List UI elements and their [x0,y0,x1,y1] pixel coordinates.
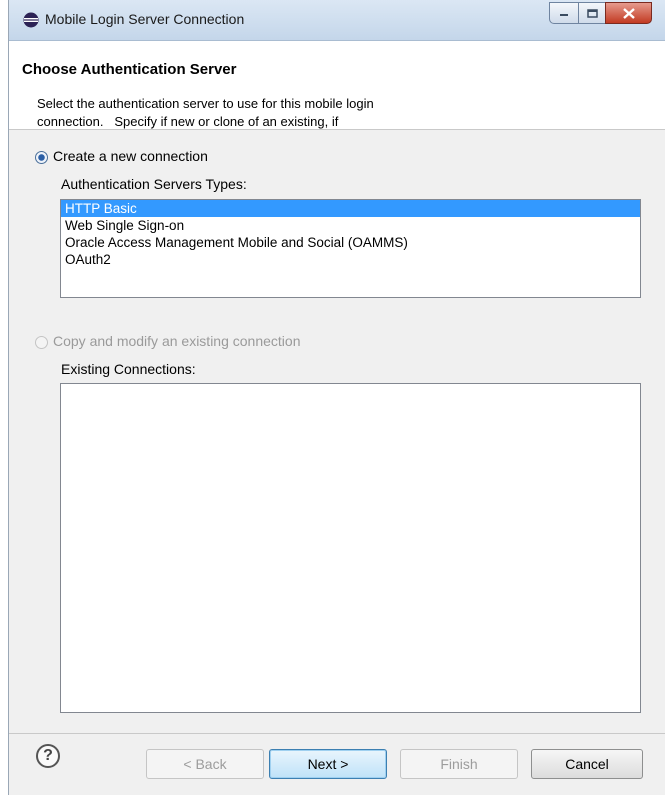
minimize-icon [560,14,568,16]
description-line-2: connection. Specify if new or clone of a… [37,114,339,129]
copy-existing-label[interactable]: Copy and modify an existing connection [53,333,300,349]
cancel-button[interactable]: Cancel [531,749,643,779]
page-description: Select the authentication server to use … [37,95,637,131]
list-item-oamms[interactable]: Oracle Access Management Mobile and Soci… [61,234,640,251]
list-item-web-sso[interactable]: Web Single Sign-on [61,217,640,234]
help-icon[interactable]: ? [36,744,60,768]
window-title: Mobile Login Server Connection [45,11,245,27]
create-new-radio[interactable] [35,151,48,164]
existing-connections-label: Existing Connections: [61,361,196,377]
create-new-label[interactable]: Create a new connection [53,148,208,164]
copy-existing-radio[interactable] [35,336,48,349]
back-button[interactable]: < Back [146,749,264,779]
maximize-icon [586,8,598,18]
list-item-oauth2[interactable]: OAuth2 [61,251,640,268]
server-types-label: Authentication Servers Types: [61,176,247,192]
dialog-window: Mobile Login Server Connection Choose Au… [8,0,665,795]
title-bar[interactable]: Mobile Login Server Connection [9,0,665,41]
close-icon [622,7,635,19]
description-line-1: Select the authentication server to use … [37,96,374,111]
minimize-button[interactable] [549,2,579,24]
finish-button[interactable]: Finish [400,749,518,779]
existing-connections-list[interactable] [60,383,641,713]
close-button[interactable] [605,2,652,24]
next-button[interactable]: Next > [269,749,387,779]
page-title: Choose Authentication Server [22,61,237,78]
maximize-button[interactable] [578,2,606,24]
server-types-list[interactable]: HTTP Basic Web Single Sign-on Oracle Acc… [60,199,641,298]
footer-divider [9,733,665,734]
eclipse-icon [23,12,39,28]
list-item-http-basic[interactable]: HTTP Basic [61,200,640,217]
wizard-header: Choose Authentication Server Select the … [9,41,665,130]
